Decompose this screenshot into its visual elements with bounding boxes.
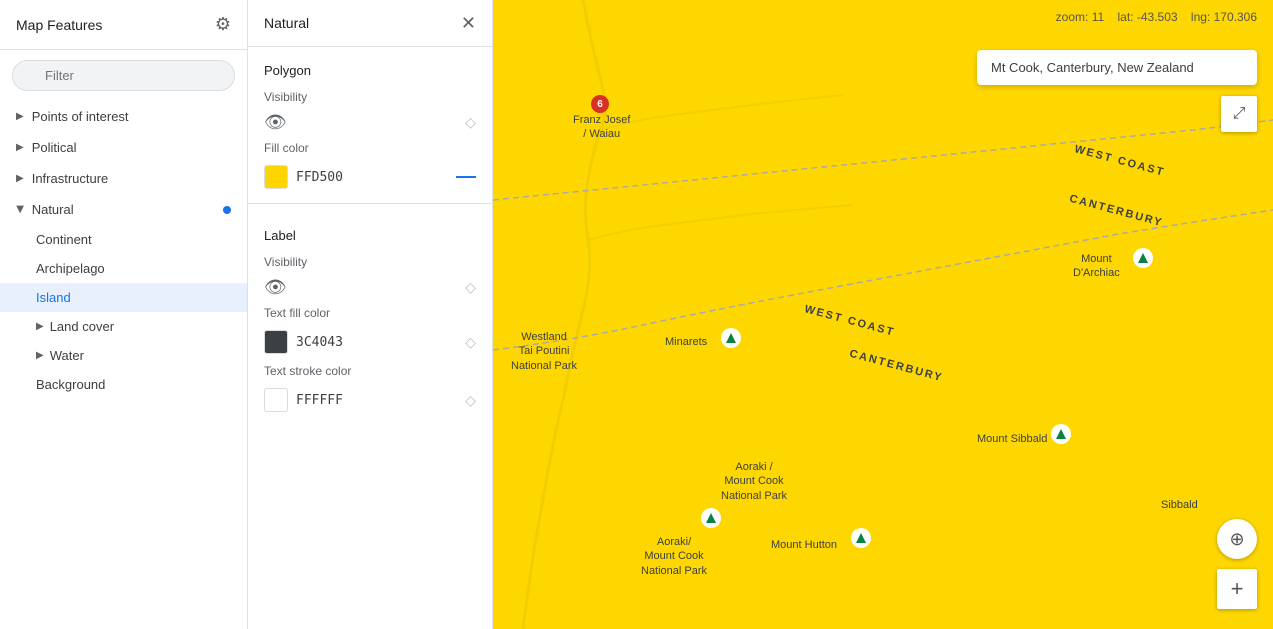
label-section-title: Label <box>248 212 492 251</box>
chevron-right-icon: ▶ <box>36 350 44 361</box>
detail-header: Natural ✕ <box>248 0 492 47</box>
map-topbar: zoom: 11 lat: -43.503 lng: 170.306 <box>1040 0 1273 34</box>
fill-color-swatch[interactable] <box>264 165 288 189</box>
lat-value: -43.503 <box>1137 10 1178 24</box>
divider <box>248 203 492 204</box>
label-diamond-icon[interactable]: ◇ <box>465 279 476 296</box>
mountain-icon-hutton <box>851 528 871 548</box>
mountain-icon-darchiac <box>1133 248 1153 268</box>
filter-input[interactable] <box>12 60 235 91</box>
sidebar-item-label: Water <box>50 348 84 363</box>
visibility-eye-icon[interactable]: 👁 <box>264 112 287 133</box>
text-fill-label: Text fill color <box>248 302 492 324</box>
text-stroke-swatch[interactable] <box>264 388 288 412</box>
text-fill-color-row: 3C4043 ◇ <box>248 324 492 360</box>
sidebar-item-land-cover[interactable]: ▶ Land cover <box>0 312 247 341</box>
text-fill-hex: 3C4043 <box>296 335 343 350</box>
label-visibility-label: Visibility <box>248 251 492 273</box>
label-eye-icon[interactable]: 👁 <box>264 277 287 298</box>
lat-label: lat: <box>1118 10 1134 24</box>
sidebar-item-infrastructure[interactable]: ▶ Infrastructure <box>0 163 247 194</box>
sidebar-item-water[interactable]: ▶ Water <box>0 341 247 370</box>
active-dot <box>223 206 231 214</box>
sidebar-item-label: Background <box>36 377 105 392</box>
text-stroke-hex: FFFFFF <box>296 393 343 408</box>
detail-title: Natural <box>264 15 309 31</box>
lng-value: 170.306 <box>1214 10 1257 24</box>
fill-color-label: Fill color <box>248 137 492 159</box>
mountain-icon-sibbald <box>1051 424 1071 444</box>
map-features-sidebar: Map Features ⚙ ☰ ▶ Points of interest ▶ … <box>0 0 248 629</box>
sidebar-title: Map Features <box>16 17 102 33</box>
sidebar-item-island[interactable]: Island <box>0 283 247 312</box>
mountain-icon-aoraki2 <box>701 508 721 528</box>
polygon-visibility-row: 👁 ◇ <box>248 108 492 137</box>
filter-container: ☰ <box>12 60 235 91</box>
sidebar-item-political[interactable]: ▶ Political <box>0 132 247 163</box>
text-stroke-color-row: FFFFFF ◇ <box>248 382 492 418</box>
sidebar-item-label: Points of interest <box>32 109 129 124</box>
zoom-label: zoom: <box>1056 10 1089 24</box>
sidebar-item-continent[interactable]: Continent <box>0 225 247 254</box>
sidebar-item-label: Continent <box>36 232 92 247</box>
map-pin-franz-josef: 6 <box>591 95 609 113</box>
search-box: Mt Cook, Canterbury, New Zealand <box>977 50 1257 85</box>
sidebar-item-label: Natural <box>32 202 74 217</box>
sidebar-item-background[interactable]: Background <box>0 370 247 399</box>
zoom-value: 11 <box>1092 10 1104 24</box>
close-button[interactable]: ✕ <box>461 14 476 32</box>
map-svg <box>493 0 1273 629</box>
search-text: Mt Cook, Canterbury, New Zealand <box>991 60 1194 75</box>
diamond-icon[interactable]: ◇ <box>465 114 476 131</box>
text-fill-swatch[interactable] <box>264 330 288 354</box>
detail-panel: Natural ✕ Polygon Visibility 👁 ◇ Fill co… <box>248 0 493 629</box>
text-fill-diamond-icon[interactable]: ◇ <box>465 334 476 351</box>
sidebar-item-natural[interactable]: ▶ Natural <box>0 194 247 225</box>
chevron-right-icon: ▶ <box>16 142 24 153</box>
sidebar-item-label: Political <box>32 140 77 155</box>
label-visibility-row: 👁 ◇ <box>248 273 492 302</box>
sidebar-item-label: Land cover <box>50 319 114 334</box>
sidebar-item-label: Archipelago <box>36 261 105 276</box>
chevron-right-icon: ▶ <box>36 321 44 332</box>
sidebar-item-points-of-interest[interactable]: ▶ Points of interest <box>0 101 247 132</box>
fill-color-value: FFD500 <box>296 170 343 185</box>
minus-line-icon <box>456 176 476 178</box>
map-area[interactable]: zoom: 11 lat: -43.503 lng: 170.306 Mt Co… <box>493 0 1273 629</box>
polygon-section-title: Polygon <box>248 47 492 86</box>
text-stroke-diamond-icon[interactable]: ◇ <box>465 392 476 409</box>
sidebar-item-label: Island <box>36 290 71 305</box>
sidebar-item-label: Infrastructure <box>32 171 109 186</box>
zoom-plus-button[interactable]: + <box>1217 569 1257 609</box>
mountain-icon-minarets <box>721 328 741 348</box>
settings-icon[interactable]: ⚙ <box>215 14 231 35</box>
chevron-right-icon: ▶ <box>16 111 24 122</box>
fullscreen-button[interactable]: ⤢ <box>1221 96 1257 132</box>
fill-color-row: FFD500 <box>248 159 492 195</box>
lng-label: lng: <box>1191 10 1210 24</box>
sidebar-header: Map Features ⚙ <box>0 0 247 50</box>
text-stroke-label: Text stroke color <box>248 360 492 382</box>
chevron-right-icon: ▶ <box>16 173 24 184</box>
chevron-down-icon: ▶ <box>14 206 25 214</box>
sidebar-item-archipelago[interactable]: Archipelago <box>0 254 247 283</box>
locate-button[interactable]: ⊕ <box>1217 519 1257 559</box>
polygon-visibility-label: Visibility <box>248 86 492 108</box>
